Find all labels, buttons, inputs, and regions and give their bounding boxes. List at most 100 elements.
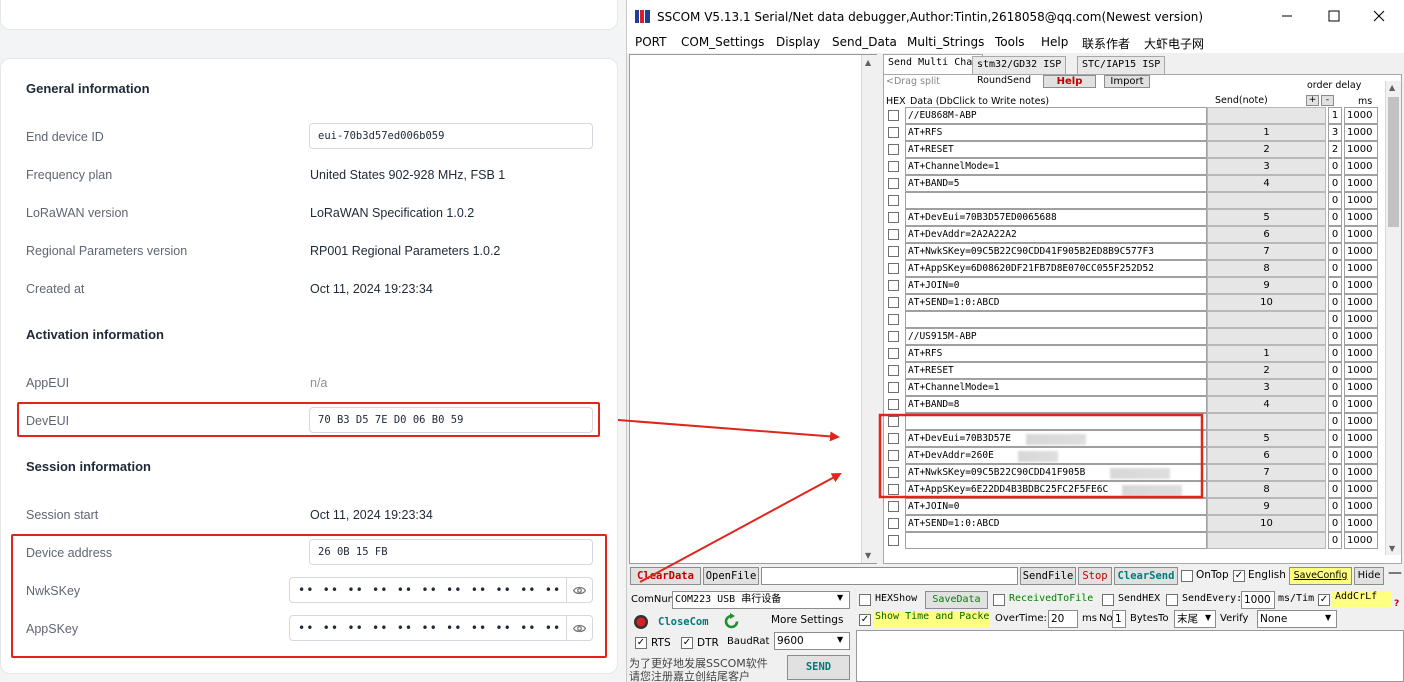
row-command-input[interactable]: AT+BAND=8 xyxy=(905,396,1207,413)
row-order-input[interactable]: 3 xyxy=(1328,124,1342,141)
comnum-dropdown-icon[interactable]: ▼ xyxy=(837,593,843,602)
on-top-checkbox[interactable] xyxy=(1181,570,1193,582)
row-delay-input[interactable]: 1000 xyxy=(1344,311,1378,328)
row-command-input[interactable]: AT+RESET xyxy=(905,141,1207,158)
round-send-label[interactable]: RoundSend xyxy=(977,75,1031,86)
baud-dropdown-icon[interactable]: ▼ xyxy=(837,635,843,644)
row-hex-checkbox[interactable] xyxy=(888,178,899,189)
row-delay-input[interactable]: 1000 xyxy=(1344,124,1378,141)
close-icon[interactable] xyxy=(1369,6,1389,26)
file-path-input[interactable] xyxy=(761,567,1018,585)
row-hex-checkbox[interactable] xyxy=(888,501,899,512)
row-send-button[interactable] xyxy=(1207,413,1326,430)
clear-send-button[interactable]: ClearSend xyxy=(1114,567,1178,585)
row-delay-input[interactable]: 1000 xyxy=(1344,209,1378,226)
row-send-button[interactable] xyxy=(1207,532,1326,549)
row-delay-input[interactable]: 1000 xyxy=(1344,481,1378,498)
row-delay-input[interactable]: 1000 xyxy=(1344,498,1378,515)
row-hex-checkbox[interactable] xyxy=(888,297,899,308)
tab-send-multi-char[interactable]: Send Multi Char xyxy=(883,54,984,75)
row-delay-input[interactable]: 1000 xyxy=(1344,175,1378,192)
row-hex-checkbox[interactable] xyxy=(888,314,899,325)
row-order-input[interactable]: 0 xyxy=(1328,362,1342,379)
more-settings-button[interactable]: More Settings xyxy=(771,614,843,626)
row-command-input[interactable]: AT+ChannelMode=1 xyxy=(905,379,1207,396)
send-button[interactable]: SEND xyxy=(787,655,850,680)
row-hex-checkbox[interactable] xyxy=(888,280,899,291)
save-data-button[interactable]: SaveData xyxy=(925,591,988,609)
hex-show-checkbox[interactable] xyxy=(859,594,871,606)
row-command-input[interactable]: AT+NwkSKey=09C5B22C90CDD41F905B2ED8B9C57… xyxy=(905,243,1207,260)
row-order-input[interactable]: 1 xyxy=(1328,107,1342,124)
row-send-button[interactable]: 10 xyxy=(1207,515,1326,532)
commands-scrollbar[interactable]: ▲ ▼ xyxy=(1385,81,1401,555)
add-row-button[interactable]: + xyxy=(1306,95,1319,106)
send-text-area[interactable] xyxy=(856,630,1404,682)
receive-scrollbar[interactable]: ▲ ▼ xyxy=(861,55,877,563)
row-command-input[interactable]: AT+NwkSKey=09C5B22C90CDD41F905B xyxy=(905,464,1207,481)
row-command-input[interactable]: AT+RESET xyxy=(905,362,1207,379)
row-delay-input[interactable]: 1000 xyxy=(1344,192,1378,209)
row-hex-checkbox[interactable] xyxy=(888,399,899,410)
rts-checkbox[interactable]: ✓ xyxy=(635,637,647,649)
send-hex-checkbox[interactable] xyxy=(1102,594,1114,606)
no-input[interactable]: 1 xyxy=(1112,610,1126,628)
row-delay-input[interactable]: 1000 xyxy=(1344,328,1378,345)
clear-data-button[interactable]: ClearData xyxy=(630,567,701,585)
close-com-button[interactable]: CloseCom xyxy=(658,616,709,628)
row-order-input[interactable]: 0 xyxy=(1328,498,1342,515)
minimize-icon[interactable] xyxy=(1277,6,1297,26)
row-command-input[interactable]: AT+AppSKey=6E22DD4B3BDBC25FC2F5FE6C xyxy=(905,481,1207,498)
row-delay-input[interactable]: 1000 xyxy=(1344,260,1378,277)
row-hex-checkbox[interactable] xyxy=(888,195,899,206)
row-order-input[interactable]: 0 xyxy=(1328,243,1342,260)
row-command-input[interactable] xyxy=(905,311,1207,328)
menu-contact-author[interactable]: 联系作者 xyxy=(1082,35,1130,52)
row-order-input[interactable]: 0 xyxy=(1328,532,1342,549)
row-send-button[interactable]: 10 xyxy=(1207,294,1326,311)
row-send-button[interactable]: 3 xyxy=(1207,158,1326,175)
row-command-input[interactable]: AT+RFS xyxy=(905,345,1207,362)
send-file-button[interactable]: SendFile xyxy=(1020,567,1076,585)
row-hex-checkbox[interactable] xyxy=(888,416,899,427)
row-send-button[interactable]: 1 xyxy=(1207,345,1326,362)
row-hex-checkbox[interactable] xyxy=(888,365,899,376)
refresh-icon[interactable] xyxy=(723,613,740,630)
bytes-to-dropdown-icon[interactable]: ▼ xyxy=(1205,613,1211,622)
verify-dropdown-icon[interactable]: ▼ xyxy=(1325,613,1331,622)
import-button[interactable]: Import xyxy=(1104,75,1150,88)
row-delay-input[interactable]: 1000 xyxy=(1344,226,1378,243)
row-command-input[interactable] xyxy=(905,192,1207,209)
stop-button[interactable]: Stop xyxy=(1078,567,1112,585)
row-command-input[interactable]: AT+JOIN=0 xyxy=(905,277,1207,294)
maximize-icon[interactable] xyxy=(1324,6,1344,26)
row-command-input[interactable]: AT+SEND=1:0:ABCD xyxy=(905,515,1207,532)
menu-display[interactable]: Display xyxy=(776,35,820,49)
hide-button[interactable]: Hide xyxy=(1354,567,1384,585)
comnum-select[interactable]: COM223 USB 串行设备 xyxy=(672,591,850,609)
end-device-id-field[interactable]: eui-70b3d57ed006b059 xyxy=(309,123,593,149)
row-order-input[interactable]: 0 xyxy=(1328,260,1342,277)
row-send-button[interactable]: 4 xyxy=(1207,396,1326,413)
row-delay-input[interactable]: 1000 xyxy=(1344,379,1378,396)
row-order-input[interactable]: 0 xyxy=(1328,515,1342,532)
row-order-input[interactable]: 0 xyxy=(1328,379,1342,396)
add-crlf-checkbox[interactable]: ✓ xyxy=(1318,594,1330,606)
row-send-button[interactable] xyxy=(1207,192,1326,209)
tab-stc-isp[interactable]: STC/IAP15 ISP xyxy=(1077,56,1166,74)
row-delay-input[interactable]: 1000 xyxy=(1344,396,1378,413)
row-command-input[interactable]: AT+BAND=5 xyxy=(905,175,1207,192)
row-delay-input[interactable]: 1000 xyxy=(1344,107,1378,124)
row-order-input[interactable]: 0 xyxy=(1328,430,1342,447)
row-send-button[interactable]: 6 xyxy=(1207,226,1326,243)
row-send-button[interactable]: 4 xyxy=(1207,175,1326,192)
row-delay-input[interactable]: 1000 xyxy=(1344,345,1378,362)
row-delay-input[interactable]: 1000 xyxy=(1344,464,1378,481)
row-hex-checkbox[interactable] xyxy=(888,127,899,138)
row-delay-input[interactable]: 1000 xyxy=(1344,515,1378,532)
row-send-button[interactable] xyxy=(1207,311,1326,328)
row-hex-checkbox[interactable] xyxy=(888,535,899,546)
row-hex-checkbox[interactable] xyxy=(888,518,899,529)
menu-tools[interactable]: Tools xyxy=(995,35,1025,49)
tab-stm32-isp[interactable]: stm32/GD32 ISP xyxy=(972,56,1067,74)
